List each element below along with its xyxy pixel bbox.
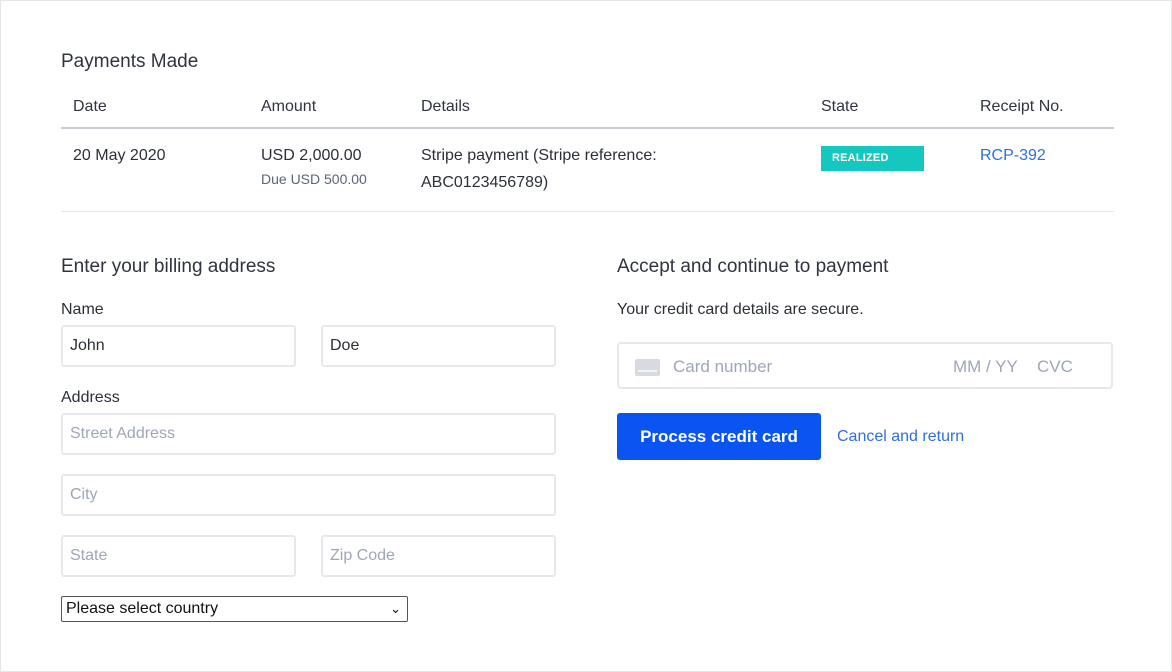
column-header-receipt: Receipt No. (980, 98, 1064, 115)
card-input[interactable]: Card number MM / YY CVC (617, 342, 1113, 389)
zip-code-field[interactable] (321, 535, 556, 577)
column-header-state: State (821, 98, 859, 115)
address-label: Address (61, 389, 120, 406)
country-select-value: Please select country (66, 600, 219, 617)
street-address-field[interactable] (61, 413, 556, 455)
state-field[interactable] (61, 535, 296, 577)
payment-title: Accept and continue to payment (617, 256, 889, 277)
chevron-down-icon: ⌄ (390, 601, 401, 616)
card-number-placeholder[interactable]: Card number (673, 357, 772, 377)
payment-amount: USD 2,000.00 (261, 147, 362, 164)
name-label: Name (61, 301, 104, 318)
cvc-placeholder[interactable]: CVC (1037, 357, 1073, 377)
status-badge: REALIZED (821, 146, 924, 171)
payment-date: 20 May 2020 (73, 147, 166, 164)
payment-details-line1: Stripe payment (Stripe reference: (421, 147, 657, 164)
payments-title: Payments Made (61, 51, 199, 72)
credit-card-icon (635, 359, 660, 376)
expiry-placeholder[interactable]: MM / YY (953, 357, 1018, 377)
last-name-field[interactable] (321, 325, 556, 367)
table-header-divider (61, 127, 1114, 129)
city-field[interactable] (61, 474, 556, 516)
first-name-field[interactable] (61, 325, 296, 367)
column-header-amount: Amount (261, 98, 317, 115)
secure-text: Your credit card details are secure. (617, 301, 864, 318)
payment-due: Due USD 500.00 (261, 171, 367, 187)
cancel-and-return-link[interactable]: Cancel and return (837, 428, 964, 446)
column-header-details: Details (421, 98, 470, 115)
billing-title: Enter your billing address (61, 256, 276, 277)
column-header-date: Date (73, 98, 107, 115)
process-credit-card-button[interactable]: Process credit card (617, 413, 821, 460)
table-row-divider (61, 211, 1114, 212)
payment-details-line2: ABC0123456789) (421, 174, 549, 191)
receipt-link[interactable]: RCP-392 (980, 147, 1046, 165)
country-select[interactable]: Please select country ⌄ (61, 596, 408, 622)
